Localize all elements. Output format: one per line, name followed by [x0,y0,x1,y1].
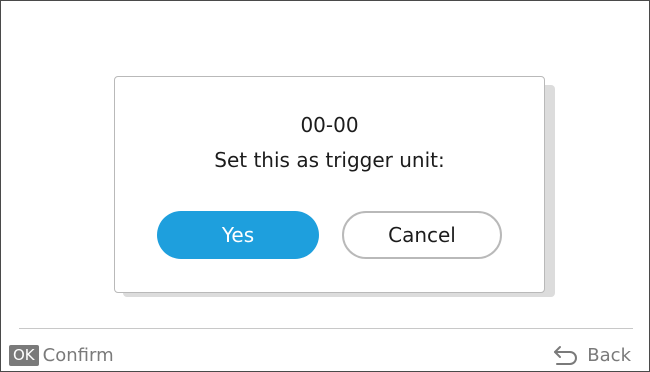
footer-divider [19,328,633,329]
confirm-hint[interactable]: OK Confirm [9,343,114,367]
back-hint[interactable]: Back [553,343,631,367]
yes-button-label: Yes [221,223,255,247]
confirm-label: Confirm [42,344,114,366]
return-arrow-icon [554,346,578,365]
dialog-message: Set this as trigger unit: [214,148,445,172]
ok-key-badge: OK [9,344,39,366]
yes-button[interactable]: Yes [157,211,319,259]
screen: 00-00 Set this as trigger unit: Yes Canc… [0,0,650,372]
unit-id-label: 00-00 [300,113,359,137]
cancel-button[interactable]: Cancel [342,211,502,259]
cancel-button-label: Cancel [388,223,456,247]
back-label: Back [587,344,631,366]
trigger-unit-dialog: 00-00 Set this as trigger unit: Yes Canc… [114,76,545,293]
